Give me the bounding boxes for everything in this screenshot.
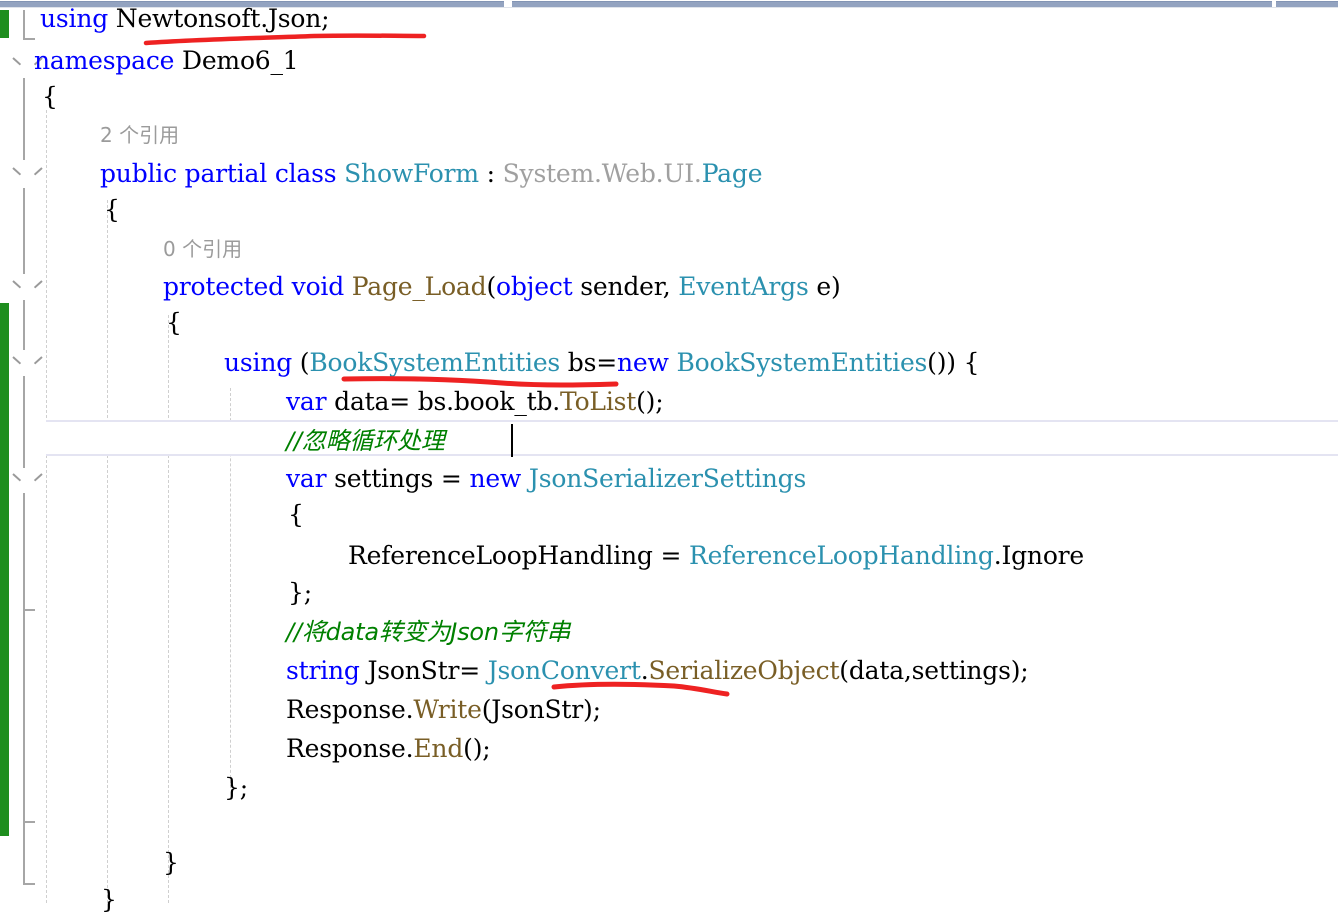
codelens-class-references[interactable]: 2 个引用	[100, 122, 179, 148]
codelens-method-references[interactable]: 0 个引用	[163, 236, 242, 262]
token-keyword-namespace: namespace	[34, 46, 175, 75]
token-type-page: Page	[701, 159, 763, 188]
token-keyword-class: class	[274, 159, 337, 188]
token-namespace-name: Demo6_1	[174, 46, 299, 75]
code-line-21[interactable]: }	[101, 885, 117, 915]
token-keyword-object: object	[496, 272, 573, 301]
token-space-8	[521, 464, 529, 493]
annotation-underline-newtonsoft-json	[143, 32, 428, 48]
token-space-2	[267, 159, 275, 188]
token-keyword-new-2: new	[469, 464, 522, 493]
code-line-19[interactable]: };	[224, 773, 248, 803]
token-keyword-var: var	[286, 387, 327, 416]
token-keyword-var-2: var	[286, 464, 327, 493]
code-editor[interactable]: using Newtonsoft.Json; namespace Demo6_1…	[0, 0, 1338, 914]
token-var-jsonstr: JsonStr=	[359, 656, 488, 685]
token-paren-open-2: (	[292, 348, 310, 377]
code-line-5[interactable]: {	[104, 195, 120, 225]
token-args-jsonstr: (JsonStr);	[481, 695, 601, 724]
token-space-5	[344, 272, 352, 301]
token-paren-open: (	[486, 272, 497, 301]
code-line-2[interactable]: namespace Demo6_1	[34, 46, 299, 76]
code-line-6[interactable]: protected void Page_Load(object sender, …	[163, 272, 841, 302]
code-line-13[interactable]: ReferenceLoopHandling = ReferenceLoopHan…	[348, 541, 1084, 571]
token-namespace-newtonsoft: Newtonsoft.Json;	[108, 4, 330, 33]
token-keyword-protected: protected	[163, 272, 284, 301]
token-space-4	[284, 272, 292, 301]
token-space-3	[336, 159, 344, 188]
token-type-jsonserializersettings: JsonSerializerSettings	[528, 464, 807, 493]
token-enum-ignore: .Ignore	[993, 541, 1085, 570]
annotation-underline-jsonconvert	[551, 681, 730, 699]
annotation-underline-booksystementities	[341, 374, 620, 392]
code-line-18[interactable]: Response.End();	[286, 734, 491, 764]
token-keyword-string: string	[286, 656, 360, 685]
token-type-eventargs: EventArgs	[678, 272, 809, 301]
token-keyword-void: void	[291, 272, 345, 301]
token-type-showform: ShowForm	[344, 159, 479, 188]
text-cursor	[511, 424, 513, 457]
token-type-referenceloophandling: ReferenceLoopHandling	[688, 541, 994, 570]
token-obj-response-2: Response.	[286, 734, 414, 763]
token-type-booksystementities-ctor: BookSystemEntities	[676, 348, 928, 377]
token-keyword-public: public	[100, 159, 177, 188]
token-var-settings: settings =	[326, 464, 470, 493]
token-keyword-using-statement: using	[224, 348, 293, 377]
token-space-1	[177, 159, 185, 188]
token-prop-referenceloophandling: ReferenceLoopHandling =	[348, 541, 689, 570]
token-method-end: End	[413, 734, 464, 763]
token-var-bs: bs=	[560, 348, 617, 377]
code-line-10[interactable]: //忽略循环处理	[286, 426, 445, 456]
code-line-1[interactable]: using Newtonsoft.Json;	[40, 4, 330, 34]
token-call-parens-2: ();	[463, 734, 491, 763]
token-type-booksystementities: BookSystemEntities	[309, 348, 561, 377]
token-method-page-load: Page_Load	[351, 272, 487, 301]
token-method-write: Write	[413, 695, 482, 724]
code-line-12[interactable]: {	[288, 500, 304, 530]
token-param-e: e)	[808, 272, 841, 301]
token-param-sender: sender,	[580, 272, 679, 301]
token-args-data-settings: (data,settings);	[839, 656, 1029, 685]
code-line-15[interactable]: //将data转变为Json字符串	[286, 617, 571, 647]
token-namespace-system-web-ui: System.Web.UI.	[502, 159, 702, 188]
code-line-20[interactable]: }	[163, 848, 179, 878]
token-keyword-new: new	[617, 348, 669, 377]
code-line-17[interactable]: Response.Write(JsonStr);	[286, 695, 601, 725]
token-colon: :	[478, 159, 503, 188]
token-keyword-using: using	[40, 4, 109, 33]
code-line-11[interactable]: var settings = new JsonSerializerSetting…	[286, 464, 806, 494]
token-call-parens: ();	[636, 387, 664, 416]
token-obj-response-1: Response.	[286, 695, 414, 724]
code-line-14[interactable]: };	[288, 578, 312, 608]
token-brace-open: ()) {	[927, 348, 980, 377]
code-line-4[interactable]: public partial class ShowForm : System.W…	[100, 159, 762, 189]
token-comment-ignore-loop: //忽略循环处理	[286, 427, 445, 455]
code-text-layer[interactable]: using Newtonsoft.Json; namespace Demo6_1…	[0, 0, 1338, 914]
code-line-3[interactable]: {	[42, 82, 58, 112]
code-line-7[interactable]: {	[166, 308, 182, 338]
token-comment-convert-json: //将data转变为Json字符串	[286, 618, 571, 646]
token-keyword-partial: partial	[184, 159, 268, 188]
